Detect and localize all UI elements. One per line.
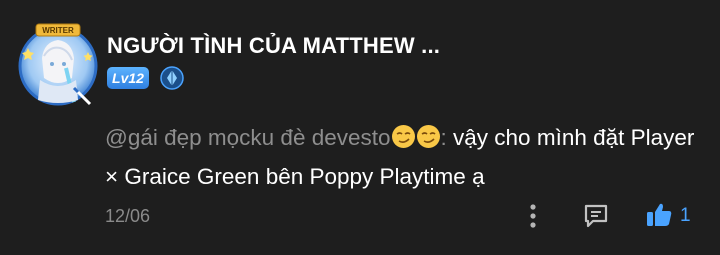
smirk-emoji-icon	[391, 122, 416, 148]
level-label: Lv12	[112, 70, 144, 86]
like-count: 1	[680, 205, 691, 226]
comment-date: 12/06	[105, 206, 151, 226]
mention-link[interactable]: @gái đẹp mọcku đè devesto	[105, 125, 391, 150]
level-badge: Lv12	[107, 67, 149, 89]
like-thumbs-up-icon[interactable]	[644, 200, 674, 230]
more-options-icon[interactable]	[522, 201, 544, 231]
rank-badge-icon	[160, 66, 184, 90]
svg-text:WRITER: WRITER	[42, 26, 74, 35]
comment-text: @gái đẹp mọcku đè devesto: vậy cho mình …	[105, 118, 705, 196]
smirk-emoji-icon	[416, 122, 441, 148]
reply-icon[interactable]	[582, 202, 610, 230]
user-name[interactable]: NGƯỜI TÌNH CỦA MATTHEW ...	[107, 33, 440, 59]
avatar[interactable]: WRITER	[14, 18, 102, 108]
